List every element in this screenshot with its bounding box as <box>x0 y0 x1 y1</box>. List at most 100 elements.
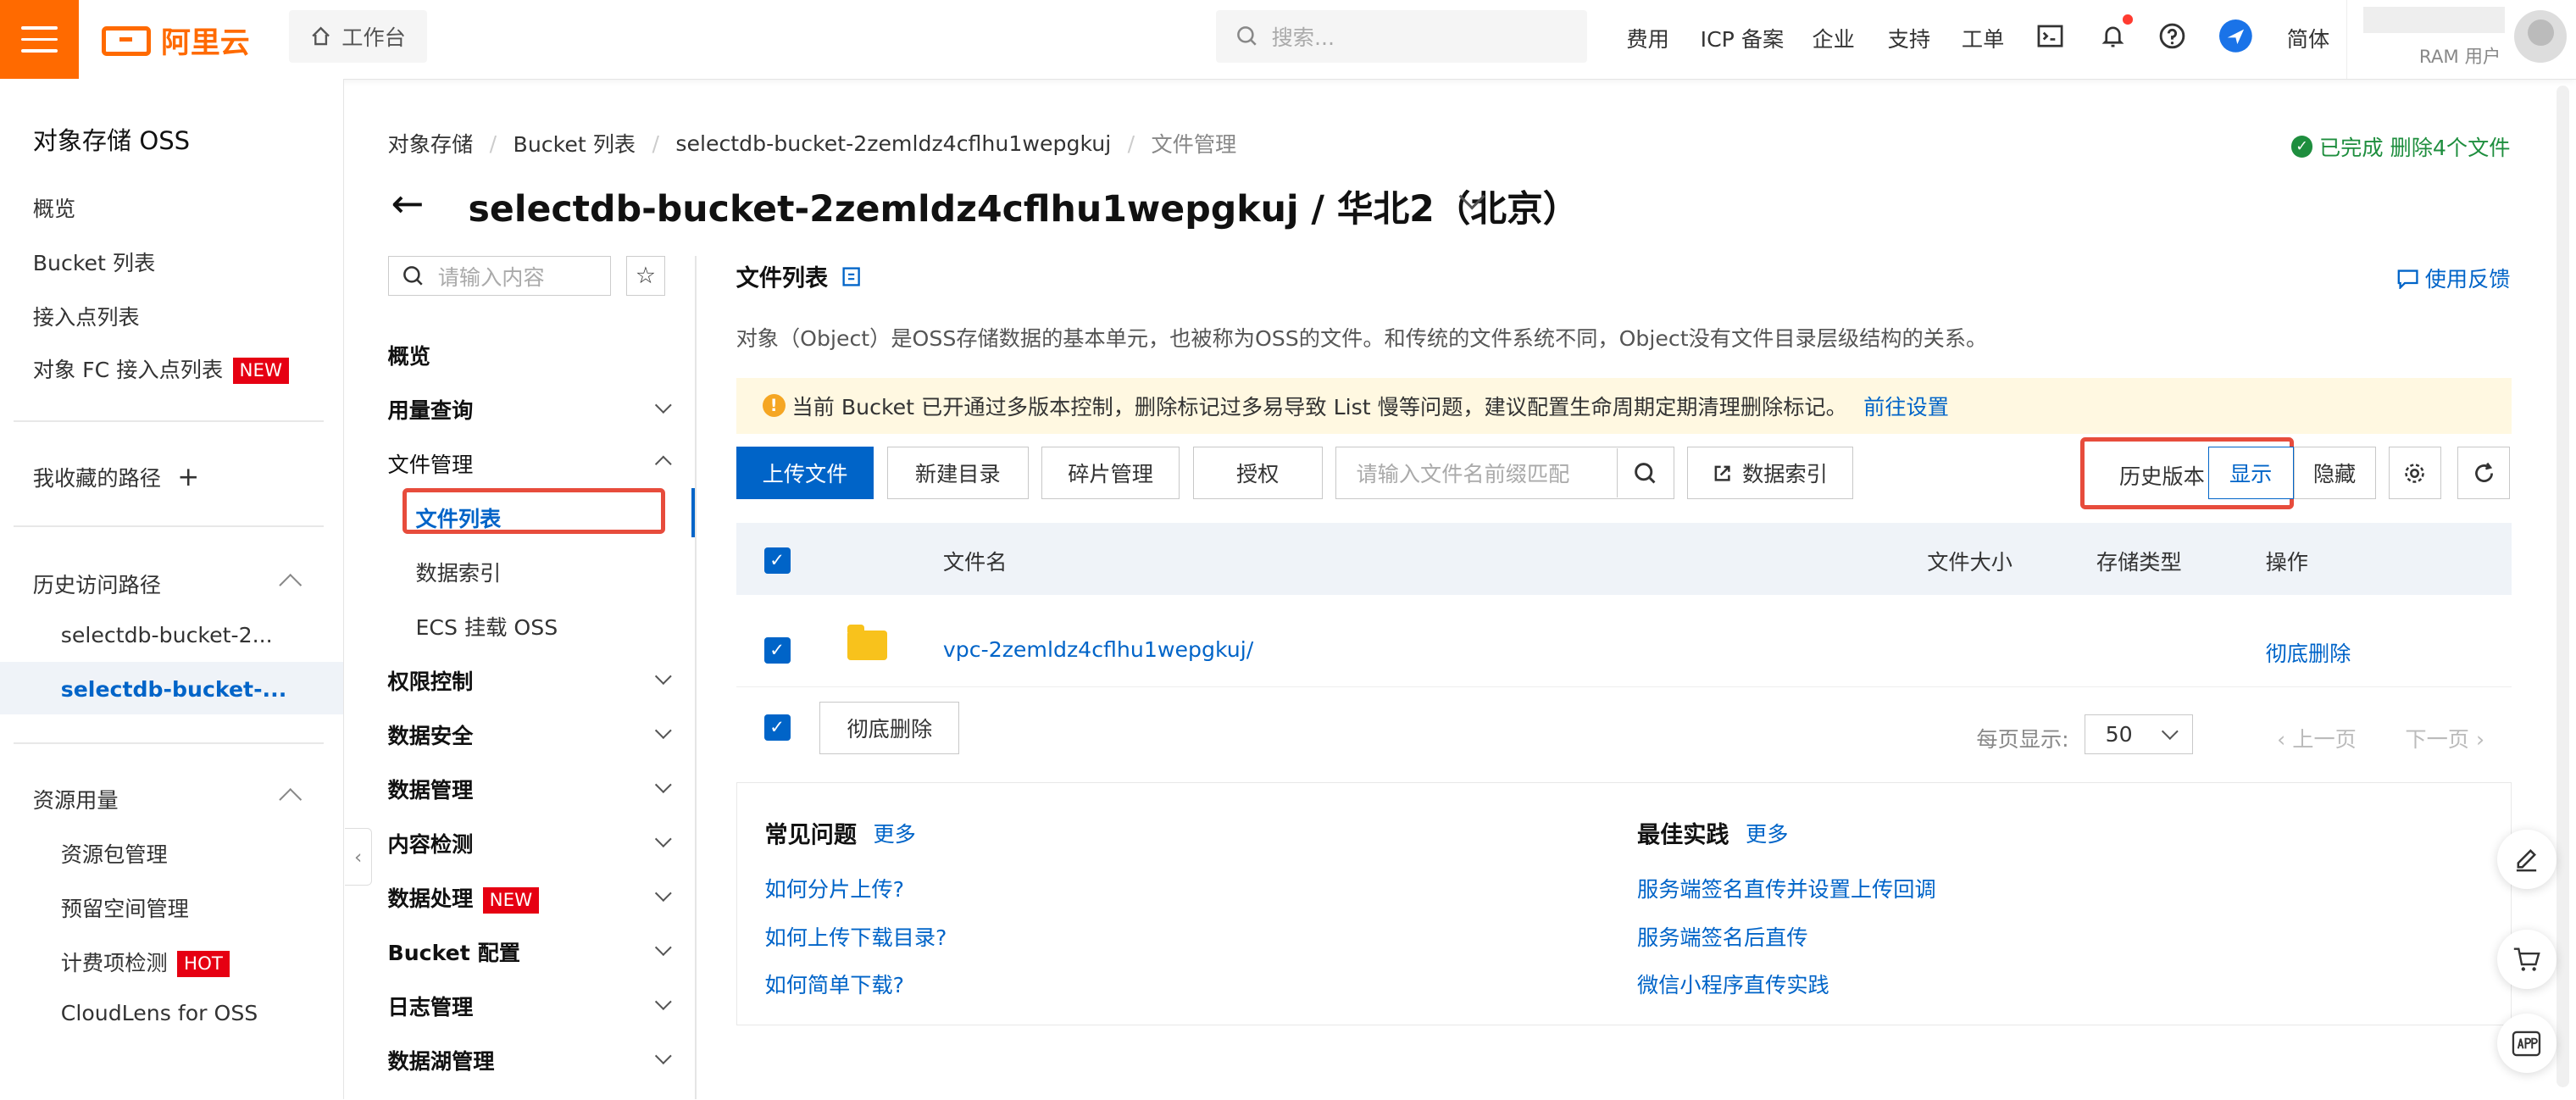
workbench-button[interactable]: 工作台 <box>289 9 428 63</box>
data-index-button[interactable]: 数据索引 <box>1687 447 1853 500</box>
chevron-down-icon[interactable] <box>654 668 671 685</box>
sidebar-item-access-points[interactable]: 接入点列表 <box>33 301 140 331</box>
hide-versions-button[interactable]: 隐藏 <box>2293 447 2376 500</box>
chevron-down-icon[interactable] <box>654 885 671 902</box>
feedback-link[interactable]: 使用反馈 <box>2397 263 2510 293</box>
search-icon[interactable] <box>1616 448 1674 498</box>
best-link-callback[interactable]: 服务端签名直传并设置上传回调 <box>1637 873 1936 903</box>
best-link-wechat[interactable]: 微信小程序直传实践 <box>1637 969 1829 999</box>
sidebar-item-overview[interactable]: 概览 <box>33 192 75 223</box>
nav-usage[interactable]: 用量查询 <box>388 394 474 425</box>
column-file-name[interactable]: 文件名 <box>943 546 1008 576</box>
file-name-link[interactable]: vpc-2zemldz4cflhu1wepgkuj/ <box>943 637 1253 662</box>
top-menu-icp[interactable]: ICP 备案 <box>1701 23 1785 53</box>
bulk-permanent-delete-button[interactable]: 彻底删除 <box>819 701 960 754</box>
hamburger-menu-icon[interactable] <box>0 0 80 80</box>
sidebar-collapse-handle[interactable]: ‹ <box>345 828 373 886</box>
nav-file-management[interactable]: 文件管理 <box>388 448 474 479</box>
chevron-down-icon[interactable] <box>654 776 671 793</box>
sidebar-item-reserved-space[interactable]: 预留空间管理 <box>61 892 189 923</box>
prev-page-button[interactable]: ‹ 上一页 <box>2277 723 2357 753</box>
nav-bucket-config[interactable]: Bucket 配置 <box>388 936 520 967</box>
new-directory-button[interactable]: 新建目录 <box>886 447 1029 500</box>
task-status[interactable]: ✓ 已完成 删除4个文件 <box>2290 131 2510 162</box>
faq-more-link[interactable]: 更多 <box>873 818 915 848</box>
avatar[interactable] <box>2514 9 2568 63</box>
nav-search-input[interactable]: 请输入内容 <box>387 256 612 296</box>
top-menu-support[interactable]: 支持 <box>1888 23 1930 53</box>
column-file-size[interactable]: 文件大小 <box>1927 546 2012 576</box>
chevron-down-icon[interactable] <box>654 1047 671 1064</box>
plus-icon[interactable]: + <box>177 462 199 492</box>
next-page-button[interactable]: 下一页 › <box>2405 723 2484 753</box>
aliyun-logo[interactable]: 阿里云 <box>102 19 250 62</box>
nav-log-management[interactable]: 日志管理 <box>388 991 474 1021</box>
chevron-down-icon[interactable] <box>654 722 671 739</box>
clipboard-icon[interactable] <box>841 265 861 286</box>
help-icon[interactable] <box>2156 19 2189 53</box>
sidebar-item-fc-access-points[interactable]: 对象 FC 接入点列表 NEW <box>33 353 289 385</box>
chevron-down-icon[interactable] <box>654 831 671 847</box>
faq-link-directory-transfer[interactable]: 如何上传下载目录? <box>765 921 947 952</box>
language-switch[interactable]: 简体 <box>2287 23 2329 53</box>
page-scrollbar[interactable] <box>2556 85 2570 1088</box>
nav-data-lake[interactable]: 数据湖管理 <box>388 1045 495 1075</box>
sidebar-item-resource-packs[interactable]: 资源包管理 <box>61 838 168 869</box>
best-practice-more-link[interactable]: 更多 <box>1746 818 1788 848</box>
nav-data-management[interactable]: 数据管理 <box>388 774 474 804</box>
chevron-down-icon[interactable] <box>654 939 671 956</box>
file-prefix-search-input[interactable]: 请输入文件名前缀匹配 <box>1335 447 1674 500</box>
chevron-down-icon[interactable] <box>654 993 671 1010</box>
sidebar-item-billing-check[interactable]: 计费项检测 HOT <box>61 947 230 978</box>
show-versions-button[interactable]: 显示 <box>2207 447 2294 500</box>
sidebar-favorites[interactable]: 我收藏的路径 + <box>33 462 200 492</box>
nav-data-index[interactable]: 数据索引 <box>416 557 502 587</box>
breadcrumb-oss[interactable]: 对象存储 <box>388 128 474 158</box>
global-search-input[interactable]: 搜索... <box>1215 9 1587 63</box>
user-menu[interactable]: RAM 用户 <box>2346 0 2576 80</box>
sidebar-item-bucket-list[interactable]: Bucket 列表 <box>33 247 156 277</box>
upload-file-button[interactable]: 上传文件 <box>736 447 874 500</box>
plane-app-icon[interactable] <box>2219 19 2253 53</box>
chevron-up-icon[interactable] <box>654 456 671 473</box>
fragment-management-button[interactable]: 碎片管理 <box>1041 447 1180 500</box>
nav-ecs-mount[interactable]: ECS 挂载 OSS <box>416 611 558 642</box>
top-menu-fees[interactable]: 费用 <box>1626 23 1668 53</box>
bulk-select-checkbox[interactable]: ✓ <box>763 714 791 742</box>
nav-data-processing[interactable]: 数据处理 NEW <box>388 882 539 914</box>
terminal-icon[interactable] <box>2034 19 2067 53</box>
notice-settings-link[interactable]: 前往设置 <box>1863 391 1949 421</box>
column-storage-type[interactable]: 存储类型 <box>2096 546 2182 576</box>
row-checkbox[interactable]: ✓ <box>763 637 791 664</box>
bell-icon[interactable] <box>2096 19 2129 53</box>
sidebar-history-item-1[interactable]: selectdb-bucket-2... <box>61 623 273 647</box>
refresh-icon[interactable] <box>2457 447 2511 500</box>
sidebar-item-cloudlens[interactable]: CloudLens for OSS <box>61 1001 258 1025</box>
nav-content-detection[interactable]: 内容检测 <box>388 828 474 858</box>
breadcrumb-bucket[interactable]: selectdb-bucket-2zemldz4cflhu1wepgkuj <box>675 131 1111 156</box>
star-icon[interactable]: ☆ <box>625 256 666 296</box>
chevron-down-icon[interactable] <box>654 397 671 414</box>
nav-data-security[interactable]: 数据安全 <box>388 719 474 750</box>
page-size-select[interactable]: 50 <box>2085 714 2194 754</box>
top-menu-ticket[interactable]: 工单 <box>1962 23 2004 53</box>
sidebar-history-item-2[interactable]: selectdb-bucket-... <box>61 677 287 702</box>
faq-link-multipart-upload[interactable]: 如何分片上传? <box>765 873 905 903</box>
permanent-delete-link[interactable]: 彻底删除 <box>2266 637 2351 668</box>
nav-overview[interactable]: 概览 <box>388 340 430 370</box>
chevron-up-icon[interactable] <box>279 788 303 812</box>
edit-icon[interactable] <box>2496 830 2557 889</box>
gear-icon[interactable] <box>2389 447 2442 500</box>
nav-permissions[interactable]: 权限控制 <box>388 665 474 696</box>
authorize-button[interactable]: 授权 <box>1192 447 1323 500</box>
best-link-signed-upload[interactable]: 服务端签名后直传 <box>1637 921 1808 952</box>
app-icon[interactable] <box>2496 1014 2557 1074</box>
breadcrumb-bucket-list[interactable]: Bucket 列表 <box>514 128 636 158</box>
select-all-checkbox[interactable]: ✓ <box>763 547 791 574</box>
back-arrow-icon[interactable]: ← <box>391 184 424 224</box>
top-menu-enterprise[interactable]: 企业 <box>1812 23 1854 53</box>
nav-file-list[interactable]: 文件列表 <box>416 503 502 533</box>
chevron-up-icon[interactable] <box>279 573 303 597</box>
cart-icon[interactable] <box>2496 930 2557 990</box>
faq-link-simple-download[interactable]: 如何简单下载? <box>765 969 905 999</box>
